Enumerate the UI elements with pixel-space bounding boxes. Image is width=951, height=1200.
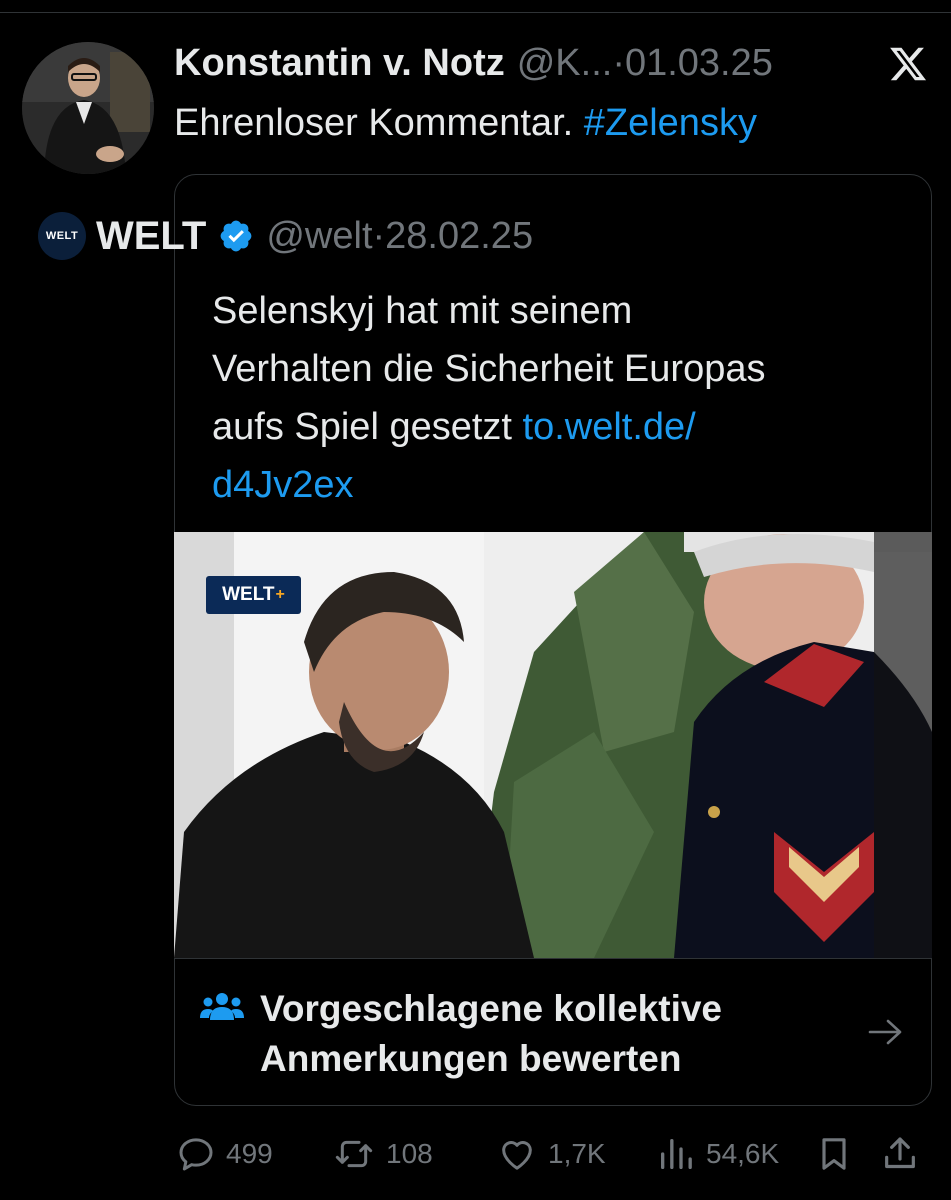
quote-date[interactable]: 28.02.25 — [385, 215, 533, 258]
verified-badge-icon — [220, 220, 252, 252]
reply-button[interactable]: 499 — [176, 1130, 273, 1178]
welt-plus-text: WELT — [222, 584, 275, 605]
retweet-count: 108 — [386, 1138, 433, 1169]
reply-icon — [179, 1138, 213, 1171]
views-count: 54,6K — [706, 1138, 780, 1169]
retweet-button[interactable]: 108 — [332, 1130, 433, 1178]
like-count: 1,7K — [548, 1138, 606, 1169]
welt-plus-sign: + — [275, 586, 285, 603]
author-avatar[interactable] — [22, 42, 154, 174]
quote-author-name[interactable]: WELT — [96, 214, 206, 259]
quote-text-line: Verhalten die Sicherheit Europas — [212, 348, 766, 390]
quote-text-plain: aufs Spiel gesetzt — [212, 406, 512, 448]
retweet-icon — [335, 1140, 373, 1168]
quote-link-part2[interactable]: d4Jv2ex — [212, 456, 902, 514]
quote-text: Selenskyj hat mit seinem Verhalten die S… — [212, 282, 902, 514]
avatar-photo — [22, 42, 154, 174]
quote-header: WELT WELT @welt · 28.02.25 — [38, 212, 533, 260]
hashtag-link[interactable]: #Zelensky — [584, 102, 757, 144]
tweet-text-plain: Ehrenloser Kommentar. — [174, 102, 574, 144]
quote-text-line: aufs Spiel gesetzt to.welt.de/ — [212, 398, 902, 456]
quote-media-image[interactable]: WELT + — [174, 532, 932, 958]
views-button[interactable]: 54,6K — [656, 1130, 779, 1178]
welt-plus-badge: WELT + — [206, 576, 301, 614]
tweet-header: Konstantin v. Notz @K... · 01.03.25 — [174, 40, 773, 86]
reply-count: 499 — [226, 1138, 273, 1169]
tweet-action-bar: 499 108 1,7K 54,6K — [0, 1130, 951, 1178]
views-icon — [661, 1139, 692, 1169]
community-notes-line2: Anmerkungen bewerten — [260, 1038, 682, 1079]
share-icon — [885, 1137, 915, 1169]
arrow-right-icon[interactable] — [866, 1016, 906, 1048]
author-handle[interactable]: @K... — [517, 42, 613, 85]
header-separator: · — [612, 41, 625, 84]
people-icon — [200, 993, 244, 1020]
author-name[interactable]: Konstantin v. Notz — [174, 42, 505, 85]
welt-avatar[interactable]: WELT — [38, 212, 86, 260]
heart-icon — [502, 1141, 532, 1170]
bookmark-icon — [822, 1138, 846, 1170]
x-logo-icon[interactable] — [886, 44, 930, 84]
community-notes-text[interactable]: Vorgeschlagene kollektive Anmerkungen be… — [260, 984, 840, 1084]
share-button[interactable] — [880, 1130, 920, 1178]
tweet-text: Ehrenloser Kommentar. #Zelensky — [174, 100, 757, 146]
welt-avatar-text: WELT — [45, 230, 79, 242]
quote-text-line: Selenskyj hat mit seinem — [212, 290, 633, 332]
bookmark-button[interactable] — [814, 1130, 854, 1178]
tweet-date[interactable]: 01.03.25 — [625, 42, 773, 85]
quote-handle[interactable]: @welt — [266, 215, 372, 258]
community-notes-line1: Vorgeschlagene kollektive — [260, 988, 723, 1029]
quote-link-part1[interactable]: to.welt.de/ — [523, 406, 696, 448]
top-divider — [0, 12, 951, 13]
quote-separator: · — [372, 214, 386, 257]
like-button[interactable]: 1,7K — [496, 1130, 606, 1178]
